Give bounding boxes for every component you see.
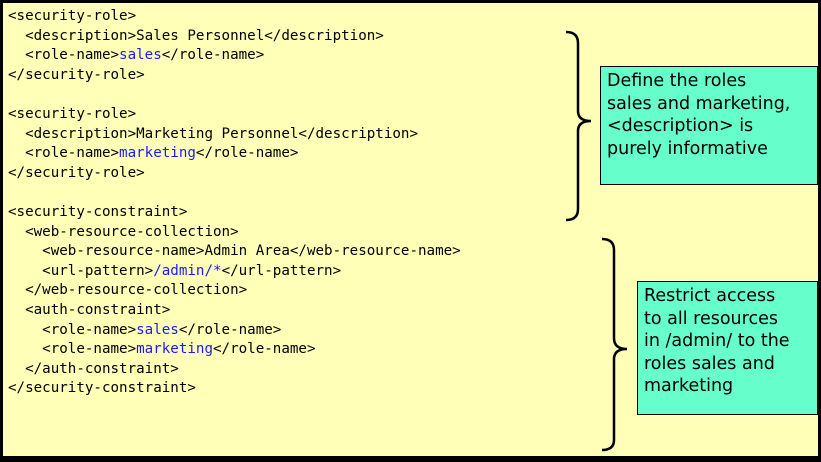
constraint-note-line: roles sales and [644, 353, 775, 374]
roles-bracket [565, 30, 592, 222]
constraint-note-line: marketing [644, 376, 734, 396]
constraint-note-line: to all resources [644, 308, 778, 329]
constraint-bracket [601, 237, 628, 452]
slide-panel: <security-role> <description>Sales Perso… [0, 0, 821, 459]
constraint-note: Restrict access to all resources in /adm… [637, 281, 818, 415]
constraint-note-line: in /admin/ to the [644, 331, 790, 351]
roles-note-line: <description> is [607, 116, 754, 136]
roles-note-line: sales and marketing, [607, 93, 791, 114]
roles-note-line: Define the roles [607, 71, 747, 91]
roles-note-line: purely informative [607, 138, 768, 159]
roles-note: Define the roles sales and marketing, <d… [600, 66, 818, 185]
constraint-note-line: Restrict access [644, 286, 776, 306]
